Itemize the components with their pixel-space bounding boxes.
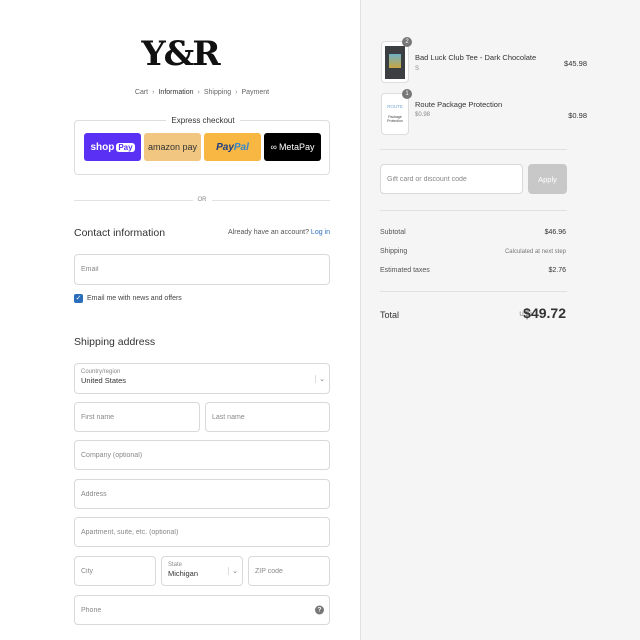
paypal-pay-text: Pay	[216, 141, 234, 153]
item-name: Route Package Protection	[415, 100, 503, 109]
phone-input[interactable]	[81, 606, 329, 614]
item-price: $45.98	[564, 59, 587, 68]
amazon-pay-button[interactable]: amazon pay	[144, 133, 201, 161]
city-field[interactable]	[74, 556, 156, 586]
chevron-down-icon: ⌄	[228, 567, 238, 575]
shipping-address-title: Shipping address	[74, 336, 156, 348]
chevron-right-icon: ›	[235, 89, 238, 96]
breadcrumb-shipping: Shipping	[203, 89, 232, 96]
zip-input[interactable]	[255, 567, 329, 575]
chevron-right-icon: ›	[152, 89, 155, 96]
newsletter-label: Email me with news and offers	[87, 295, 182, 302]
route-brand-text: ROUTE	[387, 104, 403, 109]
express-checkout-title: Express checkout	[166, 116, 240, 125]
chevron-down-icon: ⌄	[315, 374, 325, 383]
country-select[interactable]: Country/region United States ⌄	[74, 363, 330, 394]
product-thumbnail	[381, 41, 409, 83]
shop-pay-text: shop	[90, 141, 115, 153]
list-item: 2 Bad Luck Club Tee - Dark Chocolate S $…	[381, 37, 587, 85]
paypal-pal-text: Pal	[233, 141, 249, 153]
meta-pay-text: MetaPay	[278, 142, 315, 152]
apartment-input[interactable]	[81, 528, 329, 536]
shop-pay-pill: Pay	[116, 142, 135, 152]
order-summary: 2 Bad Luck Club Tee - Dark Chocolate S $…	[360, 0, 640, 640]
paypal-button[interactable]: Pay Pal	[204, 133, 261, 161]
or-separator: OR	[0, 197, 404, 203]
zip-field[interactable]	[248, 556, 330, 586]
product-thumbnail: ROUTE Package Protection	[381, 93, 409, 135]
divider	[380, 210, 567, 211]
contact-information-title: Contact information	[74, 227, 166, 239]
item-variant: $0.98	[415, 112, 431, 118]
divider	[380, 291, 567, 292]
route-caption-text: Package Protection	[387, 115, 403, 123]
quantity-badge: 2	[402, 37, 412, 47]
breadcrumb-payment: Payment	[241, 89, 270, 96]
state-select[interactable]: State Michigan ⌄	[161, 556, 243, 586]
total-label: Total	[380, 310, 400, 320]
email-input[interactable]	[81, 266, 329, 273]
list-item: ROUTE Package Protection 1 Route Package …	[381, 89, 587, 137]
or-text: OR	[192, 197, 212, 203]
breadcrumb: Cart › Information › Shipping › Payment	[0, 89, 404, 96]
phone-field[interactable]: ?	[74, 595, 330, 625]
item-variant: S	[415, 66, 420, 72]
taxes-value: $2.76	[548, 267, 566, 274]
breadcrumb-cart[interactable]: Cart	[135, 89, 148, 96]
subtotal-value: $46.96	[544, 229, 566, 236]
total-value: $49.72	[523, 305, 566, 321]
last-name-field[interactable]	[205, 402, 330, 432]
checkmark-icon: ✓	[75, 295, 82, 302]
chevron-right-icon: ›	[197, 89, 200, 96]
meta-pay-button[interactable]: ∞ MetaPay	[264, 133, 321, 161]
divider	[380, 149, 567, 150]
tee-image	[385, 46, 405, 79]
address-field[interactable]	[74, 479, 330, 509]
meta-logo-icon: ∞	[270, 142, 277, 152]
discount-input[interactable]	[387, 175, 522, 183]
breadcrumb-information: Information	[158, 89, 194, 96]
last-name-input[interactable]	[212, 413, 329, 421]
login-link[interactable]: Log in	[311, 229, 330, 236]
newsletter-checkbox[interactable]: ✓	[74, 294, 83, 303]
email-field[interactable]	[74, 254, 330, 285]
shipping-value: Calculated at next step	[504, 249, 566, 255]
subtotal-label: Subtotal	[380, 229, 406, 236]
shipping-label: Shipping	[380, 248, 408, 255]
express-checkout: Express checkout shop Pay amazon pay Pay P…	[74, 116, 330, 175]
help-icon[interactable]: ?	[315, 605, 324, 615]
country-value: United States	[81, 376, 127, 385]
company-field[interactable]	[74, 440, 330, 470]
account-prompt: Already have an account? Log in	[228, 229, 330, 236]
address-input[interactable]	[81, 490, 329, 498]
shop-pay-button[interactable]: shop Pay	[84, 133, 141, 161]
route-logo: ROUTE Package Protection	[382, 94, 408, 134]
discount-field[interactable]	[380, 164, 523, 194]
taxes-label: Estimated taxes	[380, 267, 430, 274]
company-input[interactable]	[81, 451, 329, 459]
apartment-field[interactable]	[74, 517, 330, 547]
first-name-field[interactable]	[74, 402, 200, 432]
country-label: Country/region	[81, 369, 121, 375]
account-prompt-text: Already have an account?	[228, 229, 309, 236]
city-input[interactable]	[81, 567, 155, 575]
item-price: $0.98	[568, 111, 587, 120]
checkout-main: Y&R Cart › Information › Shipping › Payment Ex…	[0, 0, 360, 640]
apply-button[interactable]: Apply	[528, 164, 567, 194]
first-name-input[interactable]	[81, 413, 199, 421]
brand-logo[interactable]: Y&R	[0, 34, 360, 74]
item-name: Bad Luck Club Tee - Dark Chocolate	[415, 53, 537, 62]
quantity-badge: 1	[402, 89, 412, 99]
